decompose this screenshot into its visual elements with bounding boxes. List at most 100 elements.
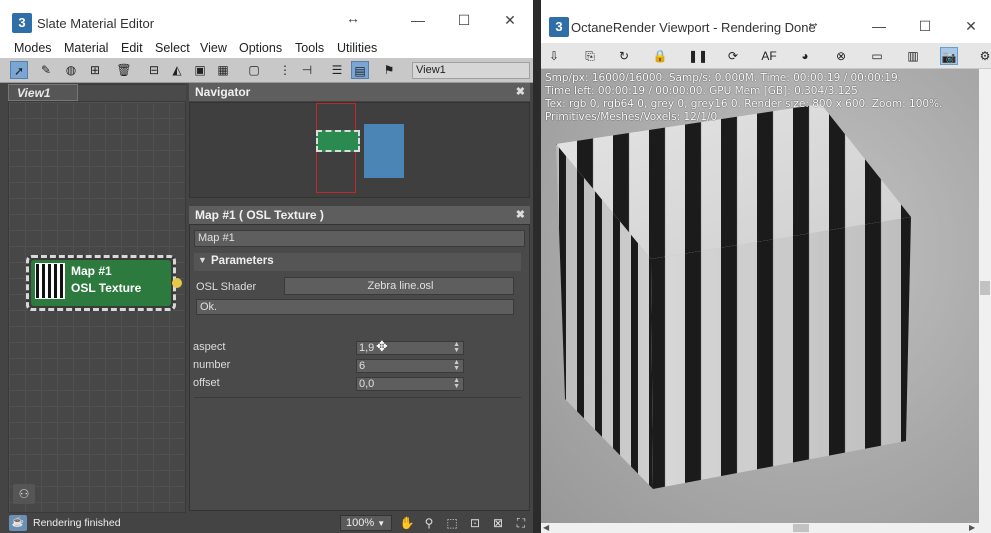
minimize-button[interactable]: — (869, 18, 889, 34)
zoom-region-icon[interactable]: ⬚ (443, 514, 461, 532)
select-tool-icon[interactable]: ➚ (10, 61, 28, 79)
window-gap (533, 0, 541, 533)
menu-select[interactable]: Select (155, 41, 190, 55)
frame-icon[interactable]: ▢ (245, 61, 263, 79)
offset-spinner[interactable]: 0,0 ▲ ▼ (356, 377, 464, 391)
autofocus-icon[interactable]: AF (760, 47, 778, 65)
delete-icon[interactable]: 🗑 (115, 61, 133, 79)
parameters-label: Parameters (211, 255, 274, 267)
map-name-field[interactable]: Map #1 (194, 230, 525, 247)
3dsmax-app-icon: 3 (549, 17, 569, 37)
node-type: OSL Texture (71, 281, 142, 295)
spinner-arrows-icon[interactable]: ▲ ▼ (453, 341, 460, 354)
close-navigator-icon[interactable]: ✖ (516, 83, 525, 101)
hide-unused-icon[interactable]: ◭ (168, 61, 186, 79)
pause-icon[interactable]: ❚❚ (688, 47, 708, 65)
select-by-material-icon[interactable]: ⚑ (380, 61, 398, 79)
map-panel-header[interactable]: Map #1 ( OSL Texture ) ✖ (189, 206, 530, 224)
node-output-port[interactable] (172, 278, 182, 288)
parameter-editor-icon[interactable]: ▤ (351, 61, 369, 79)
show-map-icon[interactable]: ▣ (191, 61, 209, 79)
osl-shader-button[interactable]: Zebra line.osl (284, 277, 514, 295)
camera-icon[interactable]: 📷 (940, 47, 958, 65)
number-value: 6 (359, 360, 366, 372)
lock-icon[interactable]: 🔒 (651, 47, 669, 65)
monitor-icon[interactable]: ▭ (868, 47, 886, 65)
maximize-button[interactable]: ☐ (915, 18, 935, 35)
background-icon[interactable]: ▦ (214, 61, 232, 79)
osl-texture-node[interactable]: Map #1 OSL Texture (26, 255, 182, 311)
move-children-icon[interactable]: ⊟ (145, 61, 163, 79)
zoom-magnifier-icon[interactable]: ⚲ (420, 514, 438, 532)
render-viewport[interactable]: Smp/px: 16000/16000. Samp/s: 0.000M. Tim… (541, 69, 979, 523)
menu-tools[interactable]: Tools (295, 41, 324, 55)
status-text: Rendering finished (33, 517, 121, 529)
navigator-title: Navigator (195, 85, 251, 99)
close-button[interactable]: ✕ (500, 12, 520, 29)
eyedropper-icon[interactable]: ✎ (37, 61, 55, 79)
horizontal-scrollbar[interactable]: ◀ ▶ (541, 523, 991, 533)
zoom-extents-selected-icon[interactable]: ⊠ (489, 514, 507, 532)
close-map-panel-icon[interactable]: ✖ (516, 206, 525, 224)
pan-hand-icon[interactable]: ✋ (398, 514, 416, 532)
param-label-aspect: aspect (193, 341, 226, 353)
menu-modes[interactable]: Modes (14, 41, 52, 55)
vertical-scrollbar[interactable] (979, 69, 991, 523)
object-picker-icon[interactable]: ⊗ (832, 47, 850, 65)
number-spinner[interactable]: 6 ▲ ▼ (356, 359, 464, 373)
layout-children-icon[interactable]: ⊣ (298, 61, 316, 79)
render-info-line-1: Smp/px: 16000/16000. Samp/s: 0.000M. Tim… (545, 72, 901, 84)
scroll-right-arrow-icon[interactable]: ▶ (969, 523, 975, 532)
maximize-button[interactable]: ☐ (454, 12, 474, 29)
param-label-offset: offset (193, 377, 220, 389)
menu-options[interactable]: Options (239, 41, 282, 55)
navigator-panel[interactable] (189, 102, 530, 198)
navigator-header[interactable]: Navigator ✖ (189, 83, 530, 101)
pan-to-selected-icon[interactable]: ⛶ (512, 514, 530, 532)
aspect-spinner[interactable]: 1,9 ▲ ▼ (356, 341, 464, 355)
binoculars-icon[interactable]: ⚇ (13, 484, 35, 504)
menu-edit[interactable]: Edit (121, 41, 143, 55)
chevron-down-icon: ▼ (377, 519, 386, 528)
aspect-value: 1,9 (359, 342, 375, 354)
node-name: Map #1 (71, 264, 112, 278)
menu-view[interactable]: View (200, 41, 227, 55)
recenter-icon[interactable]: ↻ (615, 47, 633, 65)
octane-titlebar[interactable]: 3 OctaneRender Viewport - Rendering Done… (541, 0, 991, 43)
vertical-scroll-thumb[interactable] (980, 281, 990, 295)
view-dropdown[interactable]: View1 (412, 62, 530, 79)
material-map-navigator-icon[interactable]: ☰ (328, 61, 346, 79)
scroll-left-arrow-icon[interactable]: ◀ (543, 523, 549, 532)
restart-icon[interactable]: ⟳ (724, 47, 742, 65)
material-picker-icon[interactable]: ◕ (796, 47, 814, 65)
menu-utilities[interactable]: Utilities (337, 41, 377, 55)
octane-toolbar: ⇩ ⎘ ↻ 🔒 ❚❚ ⟳ AF ◕ ⊗ ▭ ▥ 📷 ⚙ (541, 43, 991, 69)
rollout-triangle-icon: ▼ (198, 255, 207, 265)
spinner-arrows-icon[interactable]: ▲ ▼ (453, 359, 460, 372)
copy-render-icon[interactable]: ⎘ (581, 47, 599, 65)
render-info-line-3: Tex: rgb 0, rgb64 0, grey 0, grey16 0. R… (545, 98, 943, 110)
spinner-arrows-icon[interactable]: ▲ ▼ (453, 377, 460, 390)
layout-all-icon[interactable]: ⋮ (276, 61, 294, 79)
save-render-icon[interactable]: ⇩ (545, 47, 563, 65)
param-label-number: number (193, 359, 231, 371)
film-region-icon[interactable]: ▥ (904, 47, 922, 65)
3dsmax-app-icon: 3 (12, 13, 32, 33)
resize-arrows-icon: ↔ (346, 10, 360, 26)
close-button[interactable]: ✕ (961, 18, 981, 35)
status-field: Ok. (196, 299, 514, 315)
status-bar: ☕ Rendering finished 100% ▼ ✋ ⚲ ⬚ ⊡ ⊠ ⛶ (0, 513, 533, 533)
horizontal-scroll-thumb[interactable] (793, 524, 809, 532)
zoom-dropdown[interactable]: 100% ▼ (340, 515, 392, 531)
assign-material-icon[interactable]: ⊞ (86, 61, 104, 79)
tab-strip (78, 84, 186, 101)
settings-gear-icon[interactable]: ⚙ (976, 47, 991, 65)
minimize-button[interactable]: — (408, 12, 428, 28)
tab-view1[interactable]: View1 (8, 84, 78, 101)
parameters-rollout[interactable]: ▼ Parameters (194, 253, 521, 271)
pick-material-icon[interactable]: ◍ (62, 61, 80, 79)
octane-viewport-window: 3 OctaneRender Viewport - Rendering Done… (541, 0, 991, 533)
zoom-extents-icon[interactable]: ⊡ (466, 514, 484, 532)
menu-material[interactable]: Material (64, 41, 108, 55)
move-cursor-icon: ✥ (376, 338, 388, 354)
